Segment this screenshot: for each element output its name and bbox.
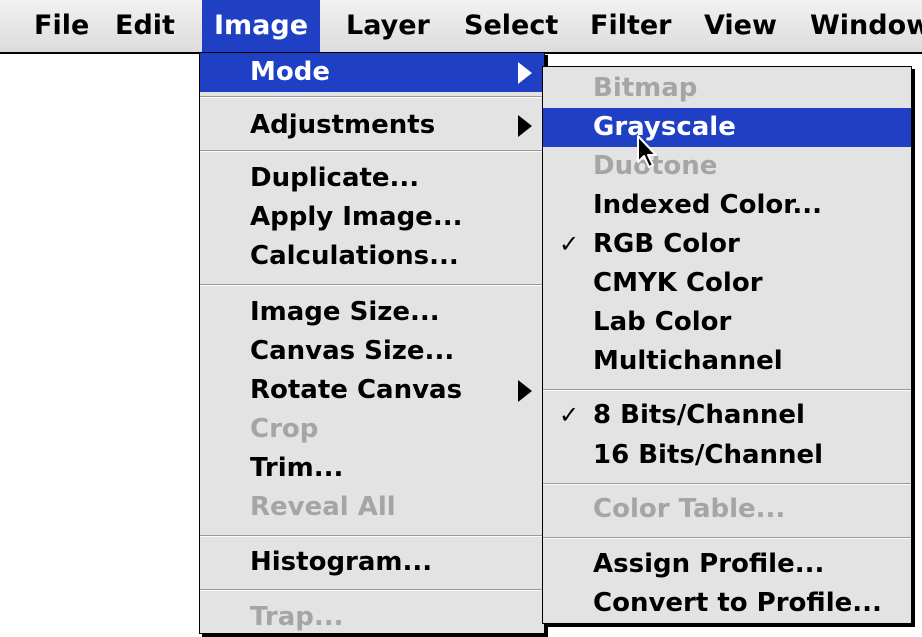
menu-item-adjustments[interactable]: Adjustments <box>200 106 544 145</box>
menu-item-crop: Crop <box>200 410 544 449</box>
menu-separator <box>543 537 911 539</box>
menu-item-convert-to-profile[interactable]: Convert to Profile... <box>543 584 911 623</box>
menu-item-label: Canvas Size... <box>250 336 455 366</box>
checkmark-icon: ✓ <box>559 230 580 258</box>
submenu-arrow-icon <box>518 61 532 84</box>
menu-item-label: Calculations... <box>250 241 459 271</box>
menu-item-indexed-color[interactable]: Indexed Color... <box>543 186 911 225</box>
menu-item-label: Rotate Canvas <box>250 375 463 405</box>
menu-item-label: Adjustments <box>250 110 436 140</box>
menu-item-16-bits-channel[interactable]: 16 Bits/Channel <box>543 436 911 475</box>
menu-separator <box>200 589 544 591</box>
menu-item-rotate-canvas[interactable]: Rotate Canvas <box>200 371 544 410</box>
menu-item-label: Color Table... <box>593 494 786 524</box>
menu-item-canvas-size[interactable]: Canvas Size... <box>200 332 544 371</box>
menu-item-label: 16 Bits/Channel <box>593 440 824 470</box>
menu-item-trim[interactable]: Trim... <box>200 449 544 488</box>
menu-item-bitmap: Bitmap <box>543 69 911 108</box>
menu-item-image-size[interactable]: Image Size... <box>200 293 544 332</box>
menu-item-cmyk-color[interactable]: CMYK Color <box>543 264 911 303</box>
menu-layer[interactable]: Layer <box>334 0 442 52</box>
menu-item-histogram[interactable]: Histogram... <box>200 543 544 582</box>
menu-item-assign-profile[interactable]: Assign Profile... <box>543 545 911 584</box>
menu-separator <box>543 389 911 391</box>
menu-image[interactable]: Image <box>202 0 321 52</box>
menu-item-reveal-all: Reveal All <box>200 488 544 527</box>
menu-item-label: Duplicate... <box>250 163 420 193</box>
menu-filter[interactable]: Filter <box>578 0 684 52</box>
menu-bar: File Edit Image Layer Select Filter View… <box>0 0 922 52</box>
menu-item-multichannel[interactable]: Multichannel <box>543 342 911 381</box>
menu-separator <box>200 535 544 537</box>
menu-item-color-table: Color Table... <box>543 490 911 529</box>
mode-submenu: Bitmap Grayscale Duotone Indexed Color..… <box>542 66 912 624</box>
menu-separator <box>200 150 544 152</box>
submenu-arrow-icon <box>518 114 532 137</box>
menu-item-label: Crop <box>250 414 319 444</box>
menu-edit[interactable]: Edit <box>103 0 187 52</box>
menu-item-label: Lab Color <box>593 307 732 337</box>
menu-item-label: Multichannel <box>593 346 783 376</box>
image-menu: Mode Adjustments Duplicate... Apply Imag… <box>199 52 545 634</box>
menu-item-label: Bitmap <box>593 73 698 103</box>
menu-item-grayscale[interactable]: Grayscale <box>543 108 911 147</box>
menu-item-label: Convert to Profile... <box>593 588 882 618</box>
menu-item-apply-image[interactable]: Apply Image... <box>200 198 544 237</box>
menu-separator <box>200 284 544 286</box>
menu-item-calculations[interactable]: Calculations... <box>200 237 544 276</box>
menu-item-label: Apply Image... <box>250 202 463 232</box>
menu-item-label: Image Size... <box>250 297 440 327</box>
menu-item-duotone: Duotone <box>543 147 911 186</box>
menu-item-label: CMYK Color <box>593 268 763 298</box>
menu-item-label: Indexed Color... <box>593 190 822 220</box>
menu-item-label: Trim... <box>250 453 344 483</box>
menu-separator <box>543 483 911 485</box>
menu-view[interactable]: View <box>692 0 789 52</box>
menu-item-label: Mode <box>250 57 330 87</box>
menu-window[interactable]: Window <box>798 0 922 52</box>
menu-item-label: Grayscale <box>593 112 736 142</box>
menu-item-label: Trap... <box>250 602 344 632</box>
menu-item-duplicate[interactable]: Duplicate... <box>200 159 544 198</box>
menu-item-label: Reveal All <box>250 492 396 522</box>
menu-item-rgb-color[interactable]: ✓ RGB Color <box>543 225 911 264</box>
mouse-pointer-icon <box>637 135 657 168</box>
menu-item-mode[interactable]: Mode <box>200 53 544 92</box>
menu-item-label: Histogram... <box>250 547 433 577</box>
menu-separator <box>200 96 544 98</box>
submenu-arrow-icon <box>518 379 532 402</box>
menu-item-label: Assign Profile... <box>593 549 825 579</box>
menu-item-label: RGB Color <box>593 229 740 259</box>
checkmark-icon: ✓ <box>559 401 580 429</box>
menu-item-8-bits-channel[interactable]: ✓ 8 Bits/Channel <box>543 396 911 435</box>
menu-item-label: 8 Bits/Channel <box>593 400 805 430</box>
menu-select[interactable]: Select <box>452 0 570 52</box>
menu-file[interactable]: File <box>22 0 101 52</box>
menu-item-trap: Trap... <box>200 598 544 637</box>
menu-item-lab-color[interactable]: Lab Color <box>543 303 911 342</box>
